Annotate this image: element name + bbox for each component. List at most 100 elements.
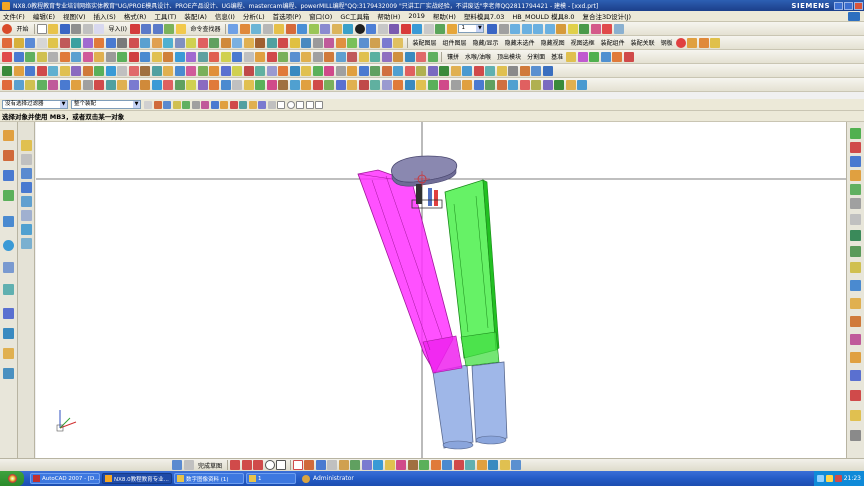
electrode-icon[interactable]: [186, 51, 196, 62]
repeat-icon[interactable]: [164, 23, 175, 34]
constraint-navigator-icon[interactable]: [3, 150, 14, 161]
right-cylinder[interactable]: [471, 361, 508, 445]
hb-tool-42-icon[interactable]: [473, 65, 484, 76]
cavity-layout-icon[interactable]: [59, 51, 70, 62]
task-image-folder[interactable]: 数字图像资料 (1): [174, 473, 244, 484]
sketch-side-6-icon[interactable]: [21, 210, 32, 221]
wireframe-icon[interactable]: [498, 23, 509, 34]
edit-tool-51-icon[interactable]: [577, 79, 587, 90]
mold-tools-icon[interactable]: [71, 51, 81, 62]
layer-combo[interactable]: 1 ▼: [458, 24, 485, 33]
thicken-icon[interactable]: [243, 37, 254, 48]
rectangle-icon[interactable]: [48, 37, 58, 48]
right-tool-2-icon[interactable]: [850, 142, 861, 153]
undo-icon[interactable]: [141, 23, 152, 34]
minimize-button[interactable]: [834, 1, 843, 10]
edit-tool-2-icon[interactable]: [13, 79, 24, 90]
drawing-icon[interactable]: [232, 51, 242, 62]
sub-insert-icon[interactable]: [140, 51, 150, 62]
user-account[interactable]: Administrator: [302, 474, 354, 483]
analyze-icon[interactable]: [590, 23, 601, 34]
sketch-side-4-icon[interactable]: [21, 182, 32, 193]
sketch-icon[interactable]: [228, 23, 239, 34]
menu-preferences[interactable]: 首选项(P): [273, 11, 302, 21]
menu-info[interactable]: 信息(I): [215, 11, 235, 21]
sketch-circle-icon[interactable]: [264, 460, 275, 470]
hb-tool-4-icon[interactable]: [36, 65, 47, 76]
trim-mold-icon[interactable]: [197, 51, 208, 62]
menu-gc-toolbox[interactable]: GC工具箱: [340, 11, 369, 21]
sketch-fillet-icon[interactable]: [276, 460, 287, 470]
edit-tool-30-icon[interactable]: [335, 79, 346, 90]
unite-icon[interactable]: [343, 23, 354, 34]
edit-tool-43-icon[interactable]: [485, 79, 495, 90]
hb-tool-22-icon[interactable]: [243, 65, 254, 76]
edit-tool-22-icon[interactable]: [243, 79, 254, 90]
insert-button[interactable]: 镶拼: [447, 52, 459, 61]
edit-tool-36-icon[interactable]: [404, 79, 415, 90]
web-browser-icon[interactable]: [3, 240, 14, 251]
right-tool-6-icon[interactable]: [850, 198, 861, 209]
hb-tool-3-icon[interactable]: [25, 65, 35, 76]
hb-tool-13-icon[interactable]: [140, 65, 150, 76]
menu-hb-mould[interactable]: HB_MOULD 模具8.0: [512, 11, 574, 21]
hb-tool-31-icon[interactable]: [347, 65, 357, 76]
hb-tool-18-icon[interactable]: [197, 65, 208, 76]
edit-tool-50-icon[interactable]: [565, 79, 576, 90]
sketch-extra-2-icon[interactable]: [511, 460, 522, 470]
gc-tool-14-icon[interactable]: [427, 51, 438, 62]
hb-tool-9-icon[interactable]: [94, 65, 104, 76]
snap-19-icon[interactable]: [315, 100, 323, 109]
hole-icon[interactable]: [262, 23, 273, 34]
offset-surface-icon[interactable]: [197, 37, 208, 48]
spline-icon[interactable]: [71, 37, 81, 48]
hb-tool-25-icon[interactable]: [278, 65, 288, 76]
hb-tool-33-icon[interactable]: [370, 65, 380, 76]
join-icon[interactable]: [140, 37, 150, 48]
edit-tool-6-icon[interactable]: [59, 79, 70, 90]
hb-tool-10-icon[interactable]: [105, 65, 116, 76]
hb-tool-37-icon[interactable]: [416, 65, 426, 76]
hb-tool-41-icon[interactable]: [462, 65, 472, 76]
gc-tool-12-icon[interactable]: [404, 51, 415, 62]
component-layer-button[interactable]: 组件图层: [443, 38, 467, 47]
parting-icon[interactable]: [82, 51, 93, 62]
view-box-button[interactable]: 视图选框: [571, 38, 595, 47]
assembly-relation-button[interactable]: 装配关联: [631, 38, 655, 47]
edit-tool-5-icon[interactable]: [48, 79, 58, 90]
snap-18-icon[interactable]: [305, 100, 314, 109]
hb-tool-7-icon[interactable]: [71, 65, 81, 76]
edit-tool-23-icon[interactable]: [255, 79, 265, 90]
right-tool-16-icon[interactable]: [850, 370, 861, 381]
hb-tool-40-icon[interactable]: [450, 65, 461, 76]
menu-help[interactable]: 帮助(H): [377, 11, 400, 21]
part-navigator-side-icon[interactable]: [3, 170, 14, 181]
edit-tool-32-icon[interactable]: [358, 79, 369, 90]
window-titlebar[interactable]: NX8.0教程教育专业培训网络实体教育"UG/PROE模具设计、PROE产品设计…: [0, 0, 864, 11]
edit-tool-16-icon[interactable]: [174, 79, 185, 90]
sketch-offset-icon[interactable]: [338, 460, 349, 470]
right-tool-14-icon[interactable]: [850, 334, 861, 345]
assembly-navigator-icon[interactable]: [3, 130, 14, 141]
task-window-1[interactable]: 1: [246, 473, 296, 484]
hb-tool-11-icon[interactable]: [117, 65, 127, 76]
mold-base-icon[interactable]: [698, 37, 709, 48]
snap-11-icon[interactable]: [239, 100, 247, 109]
fit-icon[interactable]: [412, 23, 423, 34]
hb-tool-32-icon[interactable]: [358, 65, 369, 76]
system-scene-icon[interactable]: [3, 368, 14, 379]
standard-lib-icon[interactable]: [105, 51, 116, 62]
right-tool-17-icon[interactable]: [850, 390, 861, 401]
pan-icon[interactable]: [446, 23, 457, 34]
edit-tool-1-icon[interactable]: [2, 79, 12, 90]
pocket-mold-icon[interactable]: [209, 51, 219, 62]
hb-tool-5-icon[interactable]: [48, 65, 58, 76]
hb-tool-24-icon[interactable]: [266, 65, 277, 76]
sketch-spline-icon[interactable]: [327, 460, 338, 470]
polygon-icon[interactable]: [59, 37, 70, 48]
hb-tool-2-icon[interactable]: [13, 65, 24, 76]
cut-icon[interactable]: [82, 23, 93, 34]
sketch-convert-icon[interactable]: [442, 460, 453, 470]
edit-tool-24-icon[interactable]: [266, 79, 277, 90]
clock[interactable]: 21:23: [844, 475, 861, 482]
